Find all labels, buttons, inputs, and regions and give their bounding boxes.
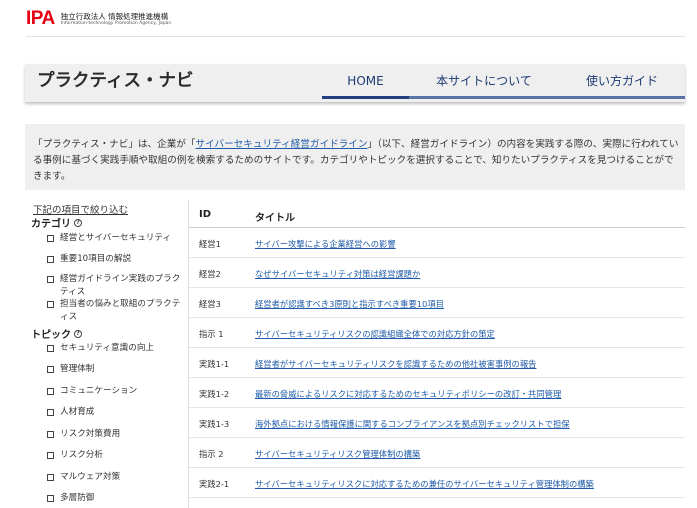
checkbox-icon[interactable] bbox=[47, 474, 54, 481]
guideline-link[interactable]: サイバーセキュリティ経営ガイドライン bbox=[196, 139, 368, 150]
row-title-link[interactable]: 海外拠点における情報保護に関するコンプライアンスを拠点別チェックリストで担保 bbox=[255, 418, 570, 430]
category-heading-label: カテゴリ bbox=[31, 219, 71, 230]
topic-label: リスク分析 bbox=[60, 450, 103, 460]
topic-heading: トピック ? bbox=[31, 326, 82, 341]
row-title-link[interactable]: サイバーセキュリティリスクの認識組織全体での対応方針の策定 bbox=[255, 328, 495, 340]
nav-guide-label: 使い方ガイド bbox=[585, 74, 658, 88]
row-title-link[interactable]: サイバーセキュリティリスク管理体制の構築 bbox=[255, 448, 420, 460]
category-checkbox-item[interactable]: 経営とサイバーセキュリティ bbox=[47, 232, 182, 245]
brand-divider bbox=[26, 36, 685, 37]
table-row: 実践1-3 海外拠点における情報保護に関するコンプライアンスを拠点別チェックリス… bbox=[189, 408, 685, 438]
topic-checkbox-item[interactable]: セキュリティ意識の向上 bbox=[47, 342, 182, 355]
row-id: 経営2 bbox=[199, 269, 221, 279]
category-heading: カテゴリ ? bbox=[31, 215, 82, 230]
checkbox-icon[interactable] bbox=[47, 301, 54, 308]
category-label: 担当者の悩みと取組のプラクティス bbox=[60, 299, 181, 322]
category-help-icon[interactable]: ? bbox=[74, 218, 82, 227]
category-label: 重要10項目の解説 bbox=[60, 254, 132, 264]
topic-label: リスク対策費用 bbox=[60, 429, 121, 439]
topic-checkbox-item[interactable]: 多層防御 bbox=[47, 492, 182, 505]
ipa-logo: IPA bbox=[26, 8, 55, 29]
topic-label: 人材育成 bbox=[60, 407, 95, 417]
nav-guide-underline bbox=[559, 96, 685, 99]
ipa-brand[interactable]: IPA 独立行政法人 情報処理推進機構 Information-technolo… bbox=[26, 9, 171, 29]
table-row: 指示 1 サイバーセキュリティリスクの認識組織全体での対応方針の策定 bbox=[189, 318, 685, 348]
row-id: 実践1-1 bbox=[199, 359, 230, 369]
topic-help-icon[interactable]: ? bbox=[74, 329, 82, 338]
checkbox-icon[interactable] bbox=[47, 256, 54, 263]
nav-about[interactable]: 本サイトについて bbox=[409, 64, 559, 99]
table-row: 経営3 経営者が認識すべき3原則と指示すべき重要10項目 bbox=[189, 288, 685, 318]
checkbox-icon[interactable] bbox=[47, 235, 54, 242]
row-title-link[interactable]: 経営者が認識すべき3原則と指示すべき重要10項目 bbox=[255, 298, 444, 310]
topic-label: 管理体制 bbox=[60, 364, 95, 374]
nav-home-label: HOME bbox=[347, 74, 384, 88]
table-row: 実践2-1 サイバーセキュリティリスクに対応するための兼任のサイバーセキュリティ… bbox=[189, 468, 685, 498]
table-row: 実践1-1 経営者がサイバーセキュリティリスクを認識するための他社被害事例の報告 bbox=[189, 348, 685, 378]
nav-about-label: 本サイトについて bbox=[436, 74, 532, 88]
row-title-link[interactable]: 最新の脅威によるリスクに対応するためのセキュリティポリシーの改訂・共同管理 bbox=[255, 388, 561, 400]
site-title[interactable]: プラクティス・ナビ bbox=[37, 64, 193, 99]
category-checkbox-item[interactable]: 担当者の悩みと取組のプラクティス bbox=[47, 298, 182, 324]
table-row: 指示 2 サイバーセキュリティリスク管理体制の構築 bbox=[189, 438, 685, 468]
checkbox-icon[interactable] bbox=[47, 495, 54, 502]
intro-text: 「プラクティス・ナビ」は、企業が「サイバーセキュリティ経営ガイドライン」（以下、… bbox=[33, 137, 681, 185]
checkbox-icon[interactable] bbox=[47, 366, 54, 373]
topic-label: セキュリティ意識の向上 bbox=[60, 343, 155, 353]
row-id: 実践1-2 bbox=[199, 389, 230, 399]
checkbox-icon[interactable] bbox=[47, 388, 54, 395]
nav-home-underline bbox=[322, 96, 409, 99]
checkbox-icon[interactable] bbox=[47, 345, 54, 352]
row-title-link[interactable]: なぜサイバーセキュリティ対策は経営課題か bbox=[255, 268, 420, 280]
row-title-link[interactable]: 経営者がサイバーセキュリティリスクを認識するための他社被害事例の報告 bbox=[255, 358, 536, 370]
topic-checkbox-item[interactable]: コミュニケーション bbox=[47, 385, 182, 398]
column-header-id: ID bbox=[199, 209, 212, 220]
row-title-link[interactable]: サイバー攻撃による企業経営への影響 bbox=[255, 238, 396, 250]
topic-label: 多層防御 bbox=[60, 493, 95, 503]
results-table: ID タイトル 経営1 サイバー攻撃による企業経営への影響 経営2 なぜサイバー… bbox=[188, 200, 685, 508]
category-label: 経営ガイドライン実践のプラクティス bbox=[60, 274, 181, 297]
category-label: 経営とサイバーセキュリティ bbox=[60, 233, 172, 243]
row-title-link[interactable]: サイバーセキュリティリスクに対応するための兼任のサイバーセキュリティ管理体制の構… bbox=[255, 478, 594, 490]
table-header: ID タイトル bbox=[189, 200, 685, 228]
row-id: 指示 2 bbox=[199, 449, 224, 459]
topic-checkbox-item[interactable]: 人材育成 bbox=[47, 406, 182, 419]
column-header-title: タイトル bbox=[255, 213, 295, 224]
topic-checkbox-item[interactable]: 管理体制 bbox=[47, 363, 182, 376]
row-id: 実践2-1 bbox=[199, 479, 230, 489]
nav-home[interactable]: HOME bbox=[322, 64, 409, 99]
nav-about-underline bbox=[409, 96, 559, 99]
checkbox-icon[interactable] bbox=[47, 409, 54, 416]
brand-text: 独立行政法人 情報処理推進機構 Information-technology P… bbox=[61, 12, 172, 27]
filter-link[interactable]: 下記の項目で絞り込む bbox=[33, 202, 128, 216]
topic-checkbox-item[interactable]: リスク分析 bbox=[47, 449, 182, 462]
table-row: 経営2 なぜサイバーセキュリティ対策は経営課題か bbox=[189, 258, 685, 288]
table-row: 実践1-2 最新の脅威によるリスクに対応するためのセキュリティポリシーの改訂・共… bbox=[189, 378, 685, 408]
topic-heading-label: トピック bbox=[31, 330, 71, 341]
category-checkbox-item[interactable]: 経営ガイドライン実践のプラクティス bbox=[47, 273, 182, 299]
row-id: 指示 1 bbox=[199, 329, 224, 339]
site-header: プラクティス・ナビ HOME 本サイトについて 使い方ガイド bbox=[25, 64, 685, 102]
row-id: 実践1-3 bbox=[199, 419, 230, 429]
topic-label: コミュニケーション bbox=[60, 386, 138, 396]
nav-guide[interactable]: 使い方ガイド bbox=[559, 64, 685, 99]
checkbox-icon[interactable] bbox=[47, 276, 54, 283]
filter-sidebar: 下記の項目で絞り込む カテゴリ ? 経営とサイバーセキュリティ 重要10項目の解… bbox=[25, 200, 188, 508]
topic-label: マルウェア対策 bbox=[60, 472, 121, 482]
intro-text-before: 「プラクティス・ナビ」は、企業が「 bbox=[33, 139, 196, 150]
row-id: 経営3 bbox=[199, 299, 221, 309]
category-checkbox-item[interactable]: 重要10項目の解説 bbox=[47, 253, 182, 266]
row-id: 経営1 bbox=[199, 239, 221, 249]
topic-checkbox-item[interactable]: リスク対策費用 bbox=[47, 428, 182, 441]
brand-name-jp: 独立行政法人 情報処理推進機構 bbox=[60, 11, 169, 21]
brand-name-en: Information-technology Promotion Agency,… bbox=[60, 20, 172, 26]
checkbox-icon[interactable] bbox=[47, 452, 54, 459]
topic-checkbox-item[interactable]: マルウェア対策 bbox=[47, 471, 182, 484]
table-row: 経営1 サイバー攻撃による企業経営への影響 bbox=[189, 228, 685, 258]
checkbox-icon[interactable] bbox=[47, 431, 54, 438]
intro-box: 「プラクティス・ナビ」は、企業が「サイバーセキュリティ経営ガイドライン」（以下、… bbox=[25, 124, 685, 190]
